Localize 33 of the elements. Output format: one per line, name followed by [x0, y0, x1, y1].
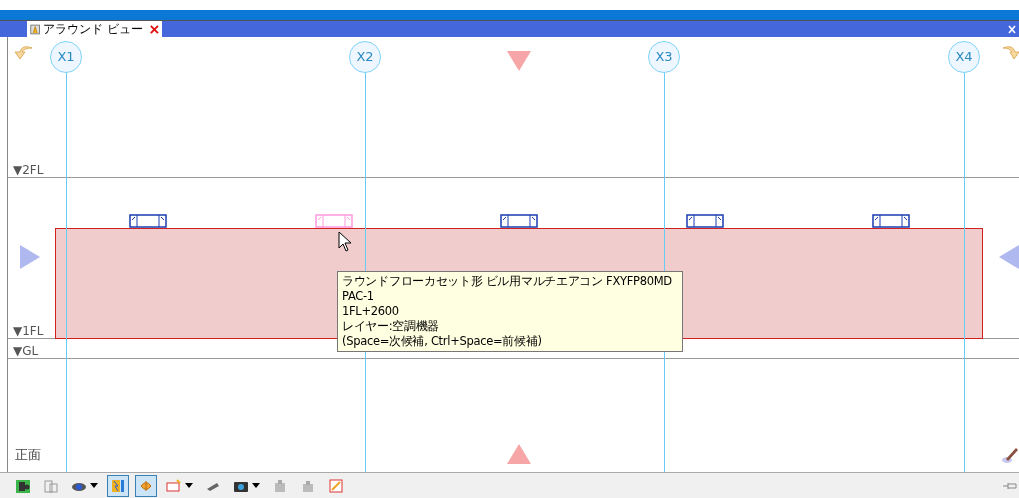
tooltip-line: ラウンドフローカセット形 ビル用マルチエアコン FXYFP80MD [342, 274, 673, 289]
view-label: 正面 [15, 446, 41, 464]
toolbar-icon [43, 477, 59, 494]
level-label: ▼2FL [13, 164, 44, 176]
caret-icon [185, 483, 193, 488]
tab-title: アラウンド ビュー [43, 23, 144, 35]
pin-icon[interactable] [1003, 480, 1017, 491]
grid-axis-bubble: X4 [948, 41, 980, 73]
toolbar-icon [15, 477, 31, 494]
triangle-up-icon[interactable] [507, 444, 531, 464]
tooltip-line: 1FL+2600 [342, 304, 400, 319]
grid-axis-bubble: X3 [648, 41, 680, 73]
toolbar-icon [166, 477, 182, 494]
tooltip-line: PAC-1 [342, 289, 375, 304]
view-tab[interactable]: アラウンド ビュー [27, 21, 162, 37]
close-icon[interactable] [150, 23, 159, 35]
triangle-right-icon[interactable] [20, 245, 40, 269]
toolbar-icon [328, 477, 344, 494]
triangle-down-icon[interactable] [507, 51, 531, 71]
grid-axis-bubble: X2 [349, 41, 381, 73]
toolbar-icon [272, 477, 288, 494]
grid-axis-bubble: X1 [50, 41, 82, 73]
level-label: ▼1FL [13, 325, 44, 337]
cursor-icon [338, 231, 352, 253]
toolbar-icon [110, 477, 126, 494]
tooltip-line: レイヤー:空調機器 [342, 319, 441, 334]
level-label: ▼GL [13, 345, 39, 357]
triangle-left-icon[interactable] [999, 245, 1019, 269]
pen-icon[interactable] [1001, 446, 1019, 464]
tooltip-line: (Space=次候補, Ctrl+Space=前候補) [342, 334, 543, 349]
caret-icon [252, 483, 260, 488]
document-icon [30, 22, 41, 36]
caret-icon [90, 483, 98, 488]
